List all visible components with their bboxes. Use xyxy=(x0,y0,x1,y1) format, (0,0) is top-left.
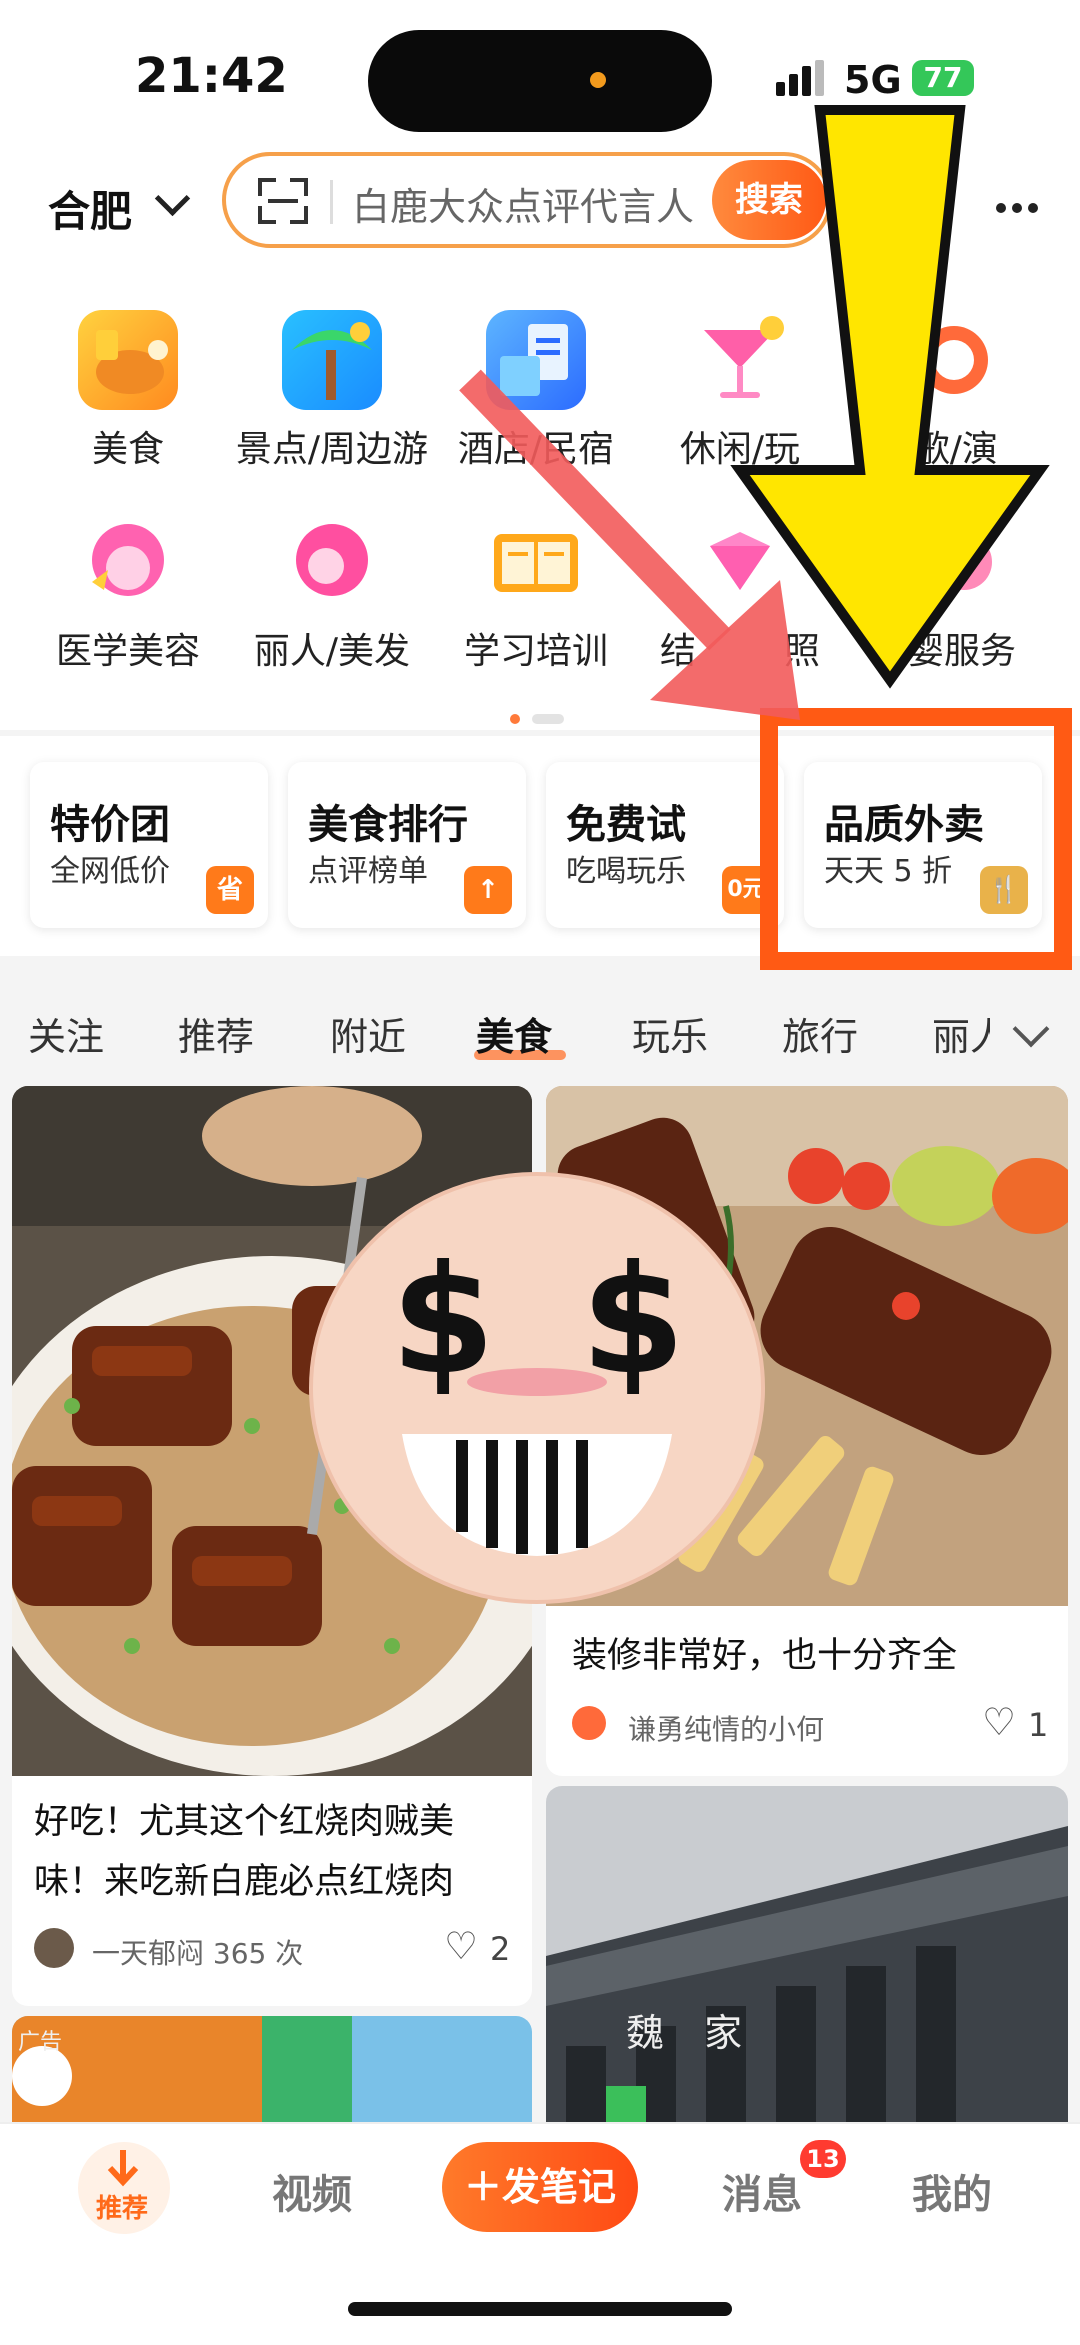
tab-follow[interactable]: 关注 xyxy=(28,1006,104,1061)
nav-messages[interactable]: 消息 xyxy=(722,2162,802,2220)
tab-recommend[interactable]: 推荐 xyxy=(178,1006,254,1061)
arrow-annotations xyxy=(459,105,1050,720)
home-indicator[interactable] xyxy=(348,2302,732,2316)
avatar[interactable] xyxy=(572,1706,606,1740)
yellow-arrow xyxy=(730,105,1050,689)
nav-me[interactable]: 我的 xyxy=(912,2162,992,2220)
money-face-emoji-sticker: $ $ xyxy=(309,1172,765,1604)
feed-title: 装修非常好，也十分齐全 xyxy=(572,1636,958,1676)
heart-icon[interactable]: ♡ xyxy=(444,1924,478,1968)
arrow-down-icon xyxy=(107,2150,139,2187)
tab-beauty[interactable]: 丽人 xyxy=(932,1006,990,1061)
like-count: 1 xyxy=(1028,1706,1049,1744)
nav-home-label[interactable]: 推荐 xyxy=(96,2188,148,2225)
tab-food[interactable]: 美食 xyxy=(476,1006,552,1061)
red-arrow-shaft xyxy=(459,369,731,651)
ad-label: 广告 xyxy=(18,2030,63,2055)
message-count-badge: 13 xyxy=(800,2140,846,2178)
like-count: 2 xyxy=(490,1930,511,1968)
author-name[interactable]: 一天郁闷 365 次 xyxy=(92,1932,303,1972)
shop-sign: 魏 家 xyxy=(626,2011,757,2055)
feed-title: 好吃！尤其这个红烧肉贼美 味！来吃新白鹿必点红烧肉 xyxy=(34,1802,455,1902)
avatar[interactable] xyxy=(34,1928,74,1968)
heart-icon[interactable]: ♡ xyxy=(982,1700,1016,1744)
author-name[interactable]: 谦勇纯情的小何 xyxy=(628,1708,824,1748)
post-note-button[interactable]: ＋发笔记 xyxy=(442,2142,638,2232)
tab-nearby[interactable]: 附近 xyxy=(330,1006,406,1061)
nav-video[interactable]: 视频 xyxy=(272,2162,352,2220)
tab-fun[interactable]: 玩乐 xyxy=(632,1006,708,1061)
tab-travel[interactable]: 旅行 xyxy=(782,1006,858,1061)
